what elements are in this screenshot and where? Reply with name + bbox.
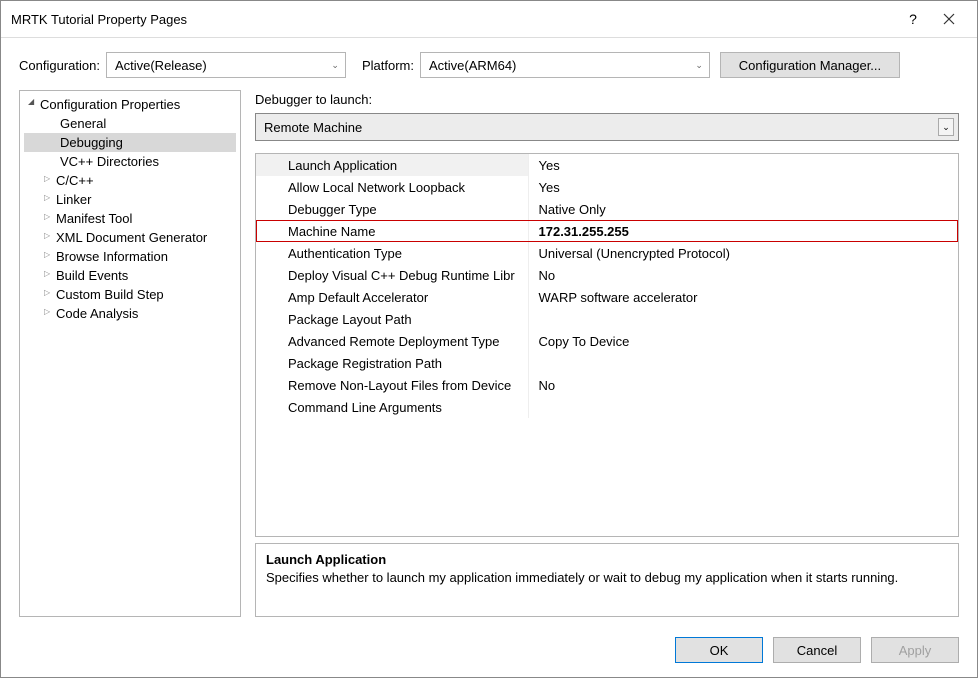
tree-item-custom-build-step[interactable]: Custom Build Step xyxy=(24,285,236,304)
prop-value[interactable]: Yes xyxy=(528,154,958,176)
prop-row[interactable]: Package Registration Path xyxy=(256,352,958,374)
debugger-launch-combo[interactable]: Remote Machine ⌄ xyxy=(255,113,959,141)
window-title: MRTK Tutorial Property Pages xyxy=(11,12,895,27)
prop-name: Deploy Visual C++ Debug Runtime Libr xyxy=(256,264,528,286)
prop-value[interactable]: Yes xyxy=(528,176,958,198)
platform-value: Active(ARM64) xyxy=(429,58,516,73)
tree-item-code-analysis[interactable]: Code Analysis xyxy=(24,304,236,323)
prop-row[interactable]: Package Layout Path xyxy=(256,308,958,330)
configuration-combo[interactable]: Active(Release) ⌄ xyxy=(106,52,346,78)
prop-name: Package Layout Path xyxy=(256,308,528,330)
tree-item-c-c-[interactable]: C/C++ xyxy=(24,171,236,190)
apply-button[interactable]: Apply xyxy=(871,637,959,663)
prop-value[interactable]: WARP software accelerator xyxy=(528,286,958,308)
debugger-launch-value: Remote Machine xyxy=(264,120,362,135)
prop-row[interactable]: Machine Name172.31.255.255 xyxy=(256,220,958,242)
prop-name: Command Line Arguments xyxy=(256,396,528,418)
ok-button[interactable]: OK xyxy=(675,637,763,663)
help-button[interactable]: ? xyxy=(895,7,931,31)
prop-name: Authentication Type xyxy=(256,242,528,264)
platform-label: Platform: xyxy=(362,58,414,73)
configuration-label: Configuration: xyxy=(19,58,100,73)
debugger-launch-label: Debugger to launch: xyxy=(255,92,959,107)
description-box: Launch Application Specifies whether to … xyxy=(255,543,959,617)
prop-row[interactable]: Command Line Arguments xyxy=(256,396,958,418)
prop-row[interactable]: Advanced Remote Deployment TypeCopy To D… xyxy=(256,330,958,352)
prop-row[interactable]: Debugger TypeNative Only xyxy=(256,198,958,220)
prop-name: Package Registration Path xyxy=(256,352,528,374)
dialog-footer: OK Cancel Apply xyxy=(1,627,977,677)
config-row: Configuration: Active(Release) ⌄ Platfor… xyxy=(1,38,977,90)
prop-name: Debugger Type xyxy=(256,198,528,220)
tree-item-linker[interactable]: Linker xyxy=(24,190,236,209)
platform-combo[interactable]: Active(ARM64) ⌄ xyxy=(420,52,710,78)
tree-item-build-events[interactable]: Build Events xyxy=(24,266,236,285)
prop-value[interactable]: 172.31.255.255 xyxy=(528,220,958,242)
main-content: Configuration Properties GeneralDebuggin… xyxy=(1,90,977,627)
prop-name: Machine Name xyxy=(256,220,528,242)
right-panel: Debugger to launch: Remote Machine ⌄ Lau… xyxy=(255,90,959,617)
prop-value[interactable]: No xyxy=(528,374,958,396)
prop-value[interactable]: Native Only xyxy=(528,198,958,220)
chevron-down-icon: ⌄ xyxy=(938,118,954,136)
prop-row[interactable]: Allow Local Network LoopbackYes xyxy=(256,176,958,198)
prop-value[interactable]: Copy To Device xyxy=(528,330,958,352)
prop-name: Remove Non-Layout Files from Device xyxy=(256,374,528,396)
prop-value[interactable]: Universal (Unencrypted Protocol) xyxy=(528,242,958,264)
prop-row[interactable]: Launch ApplicationYes xyxy=(256,154,958,176)
tree-item-vc-directories[interactable]: VC++ Directories xyxy=(24,152,236,171)
prop-row[interactable]: Amp Default AcceleratorWARP software acc… xyxy=(256,286,958,308)
close-icon xyxy=(943,13,955,25)
prop-row[interactable]: Remove Non-Layout Files from DeviceNo xyxy=(256,374,958,396)
prop-value[interactable]: No xyxy=(528,264,958,286)
prop-name: Advanced Remote Deployment Type xyxy=(256,330,528,352)
tree-item-browse-information[interactable]: Browse Information xyxy=(24,247,236,266)
config-tree[interactable]: Configuration Properties GeneralDebuggin… xyxy=(19,90,241,617)
tree-item-general[interactable]: General xyxy=(24,114,236,133)
prop-value[interactable] xyxy=(528,352,958,374)
tree-item-manifest-tool[interactable]: Manifest Tool xyxy=(24,209,236,228)
tree-item-xml-document-generator[interactable]: XML Document Generator xyxy=(24,228,236,247)
chevron-down-icon: ⌄ xyxy=(695,60,703,71)
prop-name: Amp Default Accelerator xyxy=(256,286,528,308)
tree-item-debugging[interactable]: Debugging xyxy=(24,133,236,152)
prop-row[interactable]: Authentication TypeUniversal (Unencrypte… xyxy=(256,242,958,264)
prop-name: Allow Local Network Loopback xyxy=(256,176,528,198)
cancel-button[interactable]: Cancel xyxy=(773,637,861,663)
prop-name: Launch Application xyxy=(256,154,528,176)
close-button[interactable] xyxy=(931,7,967,31)
configuration-manager-button[interactable]: Configuration Manager... xyxy=(720,52,900,78)
description-title: Launch Application xyxy=(266,552,948,567)
configuration-value: Active(Release) xyxy=(115,58,207,73)
prop-row[interactable]: Deploy Visual C++ Debug Runtime LibrNo xyxy=(256,264,958,286)
tree-root[interactable]: Configuration Properties xyxy=(24,95,236,114)
chevron-down-icon: ⌄ xyxy=(331,60,339,71)
prop-value[interactable] xyxy=(528,396,958,418)
titlebar: MRTK Tutorial Property Pages ? xyxy=(1,1,977,38)
property-grid[interactable]: Launch ApplicationYesAllow Local Network… xyxy=(255,153,959,537)
prop-value[interactable] xyxy=(528,308,958,330)
description-text: Specifies whether to launch my applicati… xyxy=(266,569,948,587)
